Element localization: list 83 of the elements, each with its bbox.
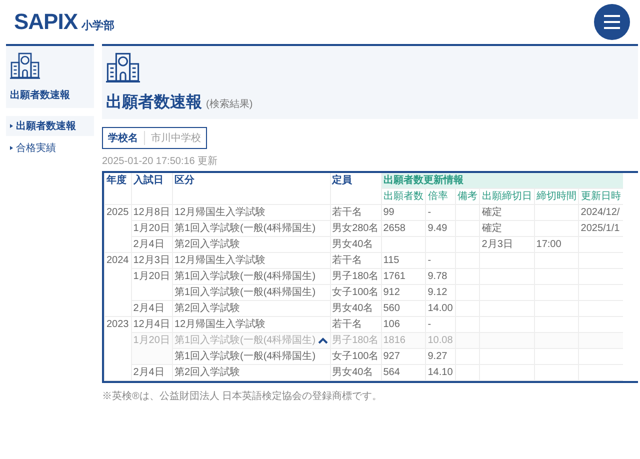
building-icon (10, 52, 40, 79)
table-cell: 1月20日 (131, 220, 172, 236)
table-cell: 第2回入学試験 (174, 366, 240, 378)
table-cell: 2月4日 (131, 300, 172, 316)
table-cell: 9.12 (428, 286, 448, 298)
table-cell: 若干名 (332, 206, 362, 218)
table-cell: 若干名 (332, 318, 362, 330)
table-cell: 男子180名 (332, 270, 379, 282)
column-header: 出願締切日 (480, 188, 534, 204)
page-title: 出願者数速報 (106, 92, 202, 113)
column-header: 倍率 (426, 188, 456, 204)
chevron-up-icon[interactable] (318, 336, 328, 344)
table-cell: 男女40名 (332, 366, 374, 378)
table-cell: 男女280名 (332, 222, 379, 234)
table-cell: 第1回入学試験(一般(4科帰国生) (174, 270, 316, 282)
table-cell: 1816 (383, 334, 406, 346)
table-cell: 女子100名 (332, 350, 379, 362)
table-cell: 12月8日 (131, 204, 172, 220)
table-cell: 564 (383, 366, 400, 378)
table-cell: 9.78 (428, 270, 448, 282)
table-cell: 2月4日 (131, 364, 172, 380)
table-cell: 男子180名 (332, 334, 379, 346)
table-cell: - (428, 318, 432, 330)
table-cell: - (428, 254, 432, 266)
table-cell: 9.49 (428, 222, 448, 234)
logo[interactable]: SAPIX (14, 9, 78, 35)
table-cell: 第2回入学試験 (174, 302, 240, 314)
table-cell: 14.00 (428, 302, 453, 314)
table-cell: 99 (383, 206, 394, 218)
table-cell: 12月3日 (131, 252, 172, 268)
table-cell: 第1回入学試験(一般(4科帰国生) (174, 222, 316, 234)
table-cell: 1月20日 (131, 332, 172, 364)
column-header: 入試日 (131, 172, 172, 204)
update-time: 2025-01-20 17:50:16 更新 (102, 154, 219, 168)
column-header: 出願者数 (381, 188, 426, 204)
table-cell: 第2回入学試験 (174, 238, 240, 250)
table-cell: 17:00 (536, 238, 562, 250)
table-cell: 106 (383, 318, 400, 330)
table-cell: 男女40名 (332, 238, 374, 250)
table-cell: 2月4日 (131, 236, 172, 252)
sidebar-item[interactable]: 合格実績 (6, 138, 94, 158)
table-cell: 115 (383, 254, 400, 266)
column-header: 年度 (104, 172, 132, 204)
menu-button[interactable] (594, 4, 630, 40)
table-cell: 927 (383, 350, 400, 362)
table-cell: 2658 (383, 222, 406, 234)
column-header: 備考 (455, 188, 480, 204)
table-cell: 確定 (482, 206, 502, 218)
column-header: 締切時間 (534, 188, 579, 204)
table-cell: 確定 (482, 222, 502, 234)
table-cell: 12月帰国生入学試験 (174, 318, 266, 330)
table-cell: 若干名 (332, 254, 362, 266)
footnote: ※英検®は、公益財団法人 日本英語検定協会の登録商標です。 (102, 390, 384, 403)
table-cell: 14.10 (428, 366, 453, 378)
sidebar-heading: 出願者数速報 (10, 88, 71, 102)
table-cell: 560 (383, 302, 400, 314)
table-cell: 第1回入学試験(一般(4科帰国生) (174, 286, 316, 298)
table-cell: 12月帰国生入学試験 (174, 206, 266, 218)
title-note: (検索結果) (206, 98, 253, 111)
table-cell: 男女40名 (332, 302, 374, 314)
school-field[interactable]: 学校名 市川中学校 (102, 126, 207, 149)
table-cell: 2025/1/1 (580, 222, 620, 234)
table-cell: 2月3日 (482, 238, 513, 250)
table-cell: 12月4日 (131, 316, 172, 332)
table-cell: 1761 (383, 270, 406, 282)
table-cell: 12月帰国生入学試験 (174, 254, 266, 266)
table-cell: 第1回入学試験(一般(4科帰国生) (174, 334, 316, 346)
column-header: 更新日時 (578, 188, 623, 204)
column-header: 区分 (172, 172, 330, 204)
table-cell: - (428, 206, 432, 218)
table-cell: 2025 (104, 204, 132, 252)
table-cell: 10.08 (428, 334, 453, 346)
column-group-header: 出願者数更新情報 (381, 172, 623, 188)
sidebar-item[interactable]: 出願者数速報 (6, 116, 94, 136)
table-cell: 2024 (104, 252, 132, 316)
table-cell: 第1回入学試験(一般(4科帰国生) (174, 350, 316, 362)
table-cell: 2024/12/ (580, 206, 620, 218)
table-cell: 女子100名 (332, 286, 379, 298)
table-cell: 912 (383, 286, 400, 298)
table-cell: 1月20日 (131, 268, 172, 300)
logo-subtitle: 小学部 (82, 18, 115, 33)
building-icon (106, 52, 140, 83)
table-cell: 9.27 (428, 350, 448, 362)
